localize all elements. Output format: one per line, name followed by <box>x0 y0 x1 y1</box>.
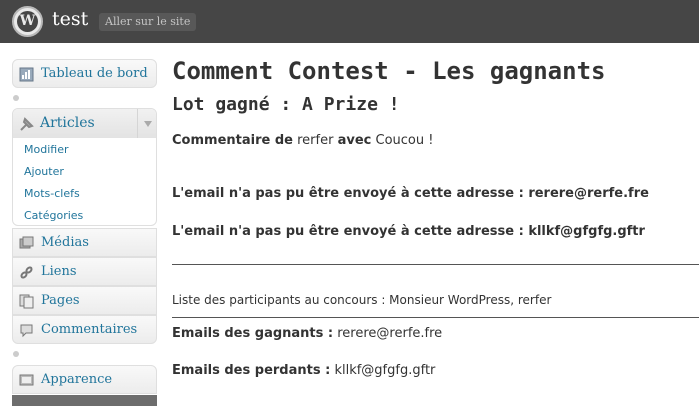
submenu-toggle[interactable] <box>137 109 156 138</box>
sidebar-item-label: Médias <box>41 235 89 250</box>
sidebar-item-extensions-partial[interactable] <box>12 395 157 406</box>
sidebar-item-label: Tableau de bord <box>41 66 148 81</box>
losers-value: kllkf@gfgfg.gftr <box>334 363 436 378</box>
sidebar-item-articles[interactable]: Articles Modifier Ajouter Mots-clefs Cat… <box>12 108 157 226</box>
winners-value: rerere@rerfe.fre <box>337 326 443 341</box>
admin-sidebar: Tableau de bord Articles Modifier Ajoute… <box>0 43 163 406</box>
wordpress-logo-letter: W <box>17 11 38 32</box>
divider <box>172 317 699 318</box>
sidebar-item-apparence[interactable]: Apparence <box>12 365 157 394</box>
collapse-separator-icon[interactable] <box>13 95 19 101</box>
sidebar-item-label: Pages <box>41 293 80 308</box>
chevron-down-icon <box>144 121 152 127</box>
sidebar-item-pages[interactable]: Pages <box>12 286 157 315</box>
comment-text: Coucou ! <box>375 133 434 148</box>
submenu-item-ajouter[interactable]: Ajouter <box>24 165 64 178</box>
appearance-icon <box>19 374 34 386</box>
comment-line: Commentaire de rerfer avec Coucou ! <box>172 133 433 148</box>
losers-label: Emails des perdants : <box>172 363 331 378</box>
media-icon <box>19 236 34 249</box>
winners-line: Emails des gagnants : rerere@rerfe.fre <box>172 326 442 341</box>
submenu-item-modifier[interactable]: Modifier <box>24 143 68 156</box>
comment-prefix: Commentaire de <box>172 133 293 148</box>
sidebar-item-commentaires[interactable]: Commentaires <box>12 315 157 344</box>
sidebar-item-label: Apparence <box>41 372 113 387</box>
participants-list: Liste des participants au concours : Mon… <box>172 293 552 307</box>
site-name[interactable]: test <box>52 8 88 30</box>
divider <box>172 264 699 265</box>
main-content: Comment Contest - Les gagnants Lot gagné… <box>172 43 699 406</box>
email-error-message: L'email n'a pas pu être envoyé à cette a… <box>172 186 649 201</box>
dashboard-icon <box>19 67 34 82</box>
submenu-item-categories[interactable]: Catégories <box>24 209 83 222</box>
sidebar-item-label: Articles <box>40 115 95 131</box>
collapse-separator-icon[interactable] <box>13 351 19 357</box>
sidebar-item-liens[interactable]: Liens <box>12 257 157 286</box>
pages-icon <box>19 294 34 309</box>
admin-header: W test Aller sur le site <box>0 0 699 43</box>
sidebar-item-label: Commentaires <box>41 322 138 337</box>
submenu-item-mots-clefs[interactable]: Mots-clefs <box>24 187 80 200</box>
losers-line: Emails des perdants : kllkf@gfgfg.gftr <box>172 363 435 378</box>
sidebar-item-dashboard[interactable]: Tableau de bord <box>12 59 157 88</box>
visit-site-button[interactable]: Aller sur le site <box>99 13 197 31</box>
prize-title: Lot gagné : A Prize ! <box>172 94 400 115</box>
sidebar-item-medias[interactable]: Médias <box>12 228 157 257</box>
winners-label: Emails des gagnants : <box>172 326 334 341</box>
page-title: Comment Contest - Les gagnants <box>172 57 606 85</box>
sidebar-item-label: Liens <box>41 264 77 279</box>
pin-icon <box>20 117 34 131</box>
comment-icon <box>20 324 33 338</box>
sidebar-articles-header[interactable]: Articles <box>13 109 156 138</box>
comment-with: avec <box>337 133 372 148</box>
comment-author: rerfer <box>297 133 334 148</box>
email-error-message: L'email n'a pas pu être envoyé à cette a… <box>172 224 645 239</box>
wordpress-logo-icon[interactable]: W <box>12 6 43 37</box>
link-icon <box>20 266 33 279</box>
